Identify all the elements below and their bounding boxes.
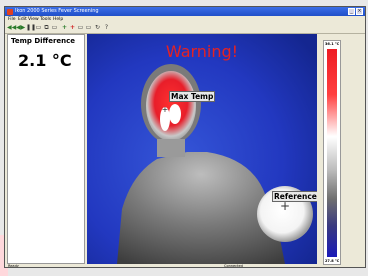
- menu-view[interactable]: View: [28, 17, 39, 22]
- camera-icon[interactable]: ▭: [77, 24, 84, 32]
- close-button[interactable]: ×: [356, 8, 363, 15]
- status-connection: Connected: [224, 264, 243, 268]
- rewind-icon[interactable]: ◀◀: [7, 24, 16, 32]
- scale-max-label: 36.1 °C: [325, 42, 340, 46]
- menu-edit[interactable]: Edit: [18, 17, 27, 22]
- menu-bar: File Edit View Tools Help: [5, 16, 365, 23]
- snapshot-icon[interactable]: ▭: [35, 24, 42, 32]
- app-icon: [7, 8, 13, 15]
- compare-icon[interactable]: ⧉: [43, 24, 50, 32]
- temperature-scale: 36.1 °C 27.8 °C: [323, 40, 341, 265]
- menu-file[interactable]: File: [8, 17, 16, 22]
- image-icon[interactable]: ▭: [51, 24, 58, 32]
- pause-icon[interactable]: ❚❚: [26, 24, 36, 32]
- color-scale-bar: [327, 49, 337, 257]
- status-ready: Ready: [8, 264, 19, 268]
- scale-min-label: 27.8 °C: [325, 259, 340, 263]
- temp-difference-label: Temp Difference: [11, 37, 76, 45]
- thermal-scene: + +: [87, 34, 317, 264]
- max-temp-marker[interactable]: Max Temp: [169, 91, 216, 102]
- window-title: Ikon 2000 Series Fever Screening: [15, 8, 99, 14]
- step-icon[interactable]: ◀▶: [16, 24, 25, 32]
- menu-tools[interactable]: Tools: [40, 17, 51, 22]
- title-bar: Ikon 2000 Series Fever Screening _ ×: [5, 7, 365, 16]
- minimize-button[interactable]: _: [348, 8, 355, 15]
- folder-icon[interactable]: ▭: [85, 24, 92, 32]
- menu-help[interactable]: Help: [53, 17, 63, 22]
- app-window: Ikon 2000 Series Fever Screening _ × Fil…: [4, 6, 366, 268]
- add-reference-icon[interactable]: +: [69, 24, 76, 32]
- warning-text: Warning!: [165, 42, 239, 61]
- reference-marker[interactable]: Reference: [272, 191, 317, 202]
- svg-text:+: +: [162, 105, 169, 114]
- temperature-panel: Temp Difference 2.1 °C: [7, 34, 85, 264]
- refresh-icon[interactable]: ↻: [94, 24, 101, 32]
- add-marker-icon[interactable]: +: [61, 24, 68, 32]
- thermal-image[interactable]: + + Warning! Max Temp Reference: [87, 34, 317, 264]
- help-icon[interactable]: ?: [103, 24, 110, 32]
- temp-difference-value: 2.1 °C: [18, 51, 72, 70]
- status-bar: Ready Connected: [5, 264, 365, 268]
- toolbar: ◀◀ ◀▶ ❚❚ ▭ ⧉ ▭ + + ▭ ▭ ↻ ?: [5, 23, 365, 34]
